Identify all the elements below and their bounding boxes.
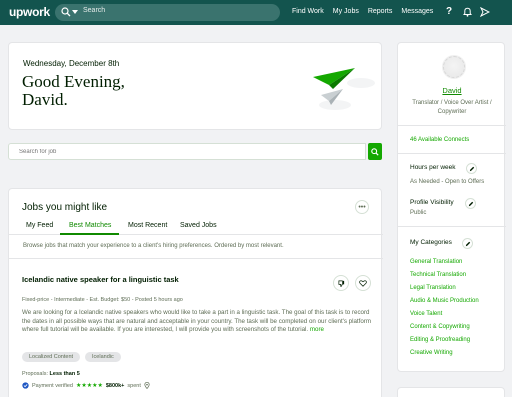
global-search[interactable]: Search xyxy=(55,4,280,21)
tab-most-recent[interactable]: Most Recent xyxy=(128,222,167,229)
dislike-job-button[interactable] xyxy=(333,275,349,291)
nav-messages[interactable]: Messages xyxy=(401,8,433,15)
tab-my-feed[interactable]: My Feed xyxy=(26,222,53,229)
divider xyxy=(398,125,506,126)
greeting-text: Good Evening, David. xyxy=(22,72,125,109)
job-title-link[interactable]: Icelandic native speaker for a linguisti… xyxy=(22,275,179,284)
category-link[interactable]: Editing & Proofreading xyxy=(410,337,470,343)
category-link[interactable]: Technical Translation xyxy=(410,272,466,278)
category-link[interactable]: Creative Writing xyxy=(410,350,453,356)
browse-description: Browse jobs that match your experience t… xyxy=(23,243,284,249)
client-info: Payment verified ★★★★★ $800k+ spent xyxy=(22,382,150,389)
pencil-icon xyxy=(465,241,470,246)
search-icon xyxy=(61,7,71,17)
hours-per-week-label: Hours per week xyxy=(410,164,456,171)
divider xyxy=(398,226,506,227)
tab-best-matches[interactable]: Best Matches xyxy=(69,222,111,229)
search-icon xyxy=(371,147,379,156)
pencil-icon xyxy=(468,201,473,206)
chevron-down-icon[interactable] xyxy=(72,10,78,14)
proposals-count: Proposals: Less than 5 xyxy=(22,371,80,377)
upwork-logo[interactable]: upwork xyxy=(9,5,50,19)
category-link[interactable]: Voice Talent xyxy=(410,311,442,317)
job-search-input[interactable] xyxy=(8,143,366,160)
profile-sidebar: David Translator / Voice Over Artist / C… xyxy=(397,42,506,372)
my-categories-label: My Categories xyxy=(410,239,452,246)
category-link[interactable]: Audio & Music Production xyxy=(410,298,479,304)
active-tab-indicator xyxy=(60,233,119,235)
jobs-card: Jobs you might like ••• My Feed Best Mat… xyxy=(8,188,383,397)
skill-tag[interactable]: Localized Content xyxy=(22,352,81,362)
nav-my-jobs[interactable]: My Jobs xyxy=(333,8,359,15)
profile-name[interactable]: David xyxy=(398,86,506,95)
divider xyxy=(398,153,506,154)
save-job-button[interactable] xyxy=(355,275,371,291)
location-pin-icon xyxy=(144,382,150,389)
avatar[interactable] xyxy=(442,55,466,79)
payment-verified: Payment verified xyxy=(32,382,73,389)
rating-stars: ★★★★★ xyxy=(75,383,103,389)
nav-reports[interactable]: Reports xyxy=(368,8,393,15)
heart-icon xyxy=(359,279,367,287)
paper-planes-illustration xyxy=(313,68,375,110)
greeting-date: Wednesday, December 8th xyxy=(23,59,120,68)
greeting-card: Wednesday, December 8th Good Evening, Da… xyxy=(8,42,382,130)
thumbs-down-icon xyxy=(338,280,344,287)
job-search-button[interactable] xyxy=(368,143,382,160)
edit-categories-button[interactable] xyxy=(462,238,473,249)
edit-visibility-button[interactable] xyxy=(465,198,476,209)
jobs-tabs: My Feed Best Matches Most Recent Saved J… xyxy=(9,219,383,235)
divider xyxy=(9,258,383,259)
top-navigation: upwork Search Find Work My Jobs Reports … xyxy=(0,0,512,25)
send-icon[interactable] xyxy=(480,5,490,18)
tab-saved-jobs[interactable]: Saved Jobs xyxy=(180,222,217,229)
skill-tag[interactable]: Icelandic xyxy=(85,352,121,362)
search-placeholder[interactable]: Search xyxy=(83,7,105,14)
profile-visibility-value: Public xyxy=(410,210,427,216)
notifications-icon[interactable] xyxy=(462,5,472,18)
job-description: We are looking for a Icelandic native sp… xyxy=(22,309,372,333)
profile-visibility-label: Profile Visibility xyxy=(410,199,454,206)
help-icon[interactable]: ? xyxy=(444,5,454,18)
category-link[interactable]: General Translation xyxy=(410,259,462,265)
category-link[interactable]: Content & Copywriting xyxy=(410,324,470,330)
sidebar-card-partial xyxy=(397,387,505,397)
profile-title: Translator / Voice Over Artist / Copywri… xyxy=(412,100,492,115)
job-search-bar xyxy=(8,143,382,160)
edit-hours-button[interactable] xyxy=(466,163,477,174)
more-options-button[interactable]: ••• xyxy=(355,200,369,214)
available-connects[interactable]: 46 Available Connects xyxy=(410,137,469,143)
verified-icon xyxy=(22,382,29,389)
hours-per-week-value: As Needed - Open to Offers xyxy=(410,179,485,185)
category-link[interactable]: Legal Translation xyxy=(410,285,456,291)
more-link[interactable]: more xyxy=(310,326,324,333)
nav-find-work[interactable]: Find Work xyxy=(292,8,324,15)
amount-spent: $800k+ xyxy=(105,382,125,389)
job-meta: Fixed-price - Intermediate - Est. Budget… xyxy=(22,297,183,303)
pencil-icon xyxy=(469,166,474,171)
jobs-title: Jobs you might like xyxy=(22,202,108,213)
